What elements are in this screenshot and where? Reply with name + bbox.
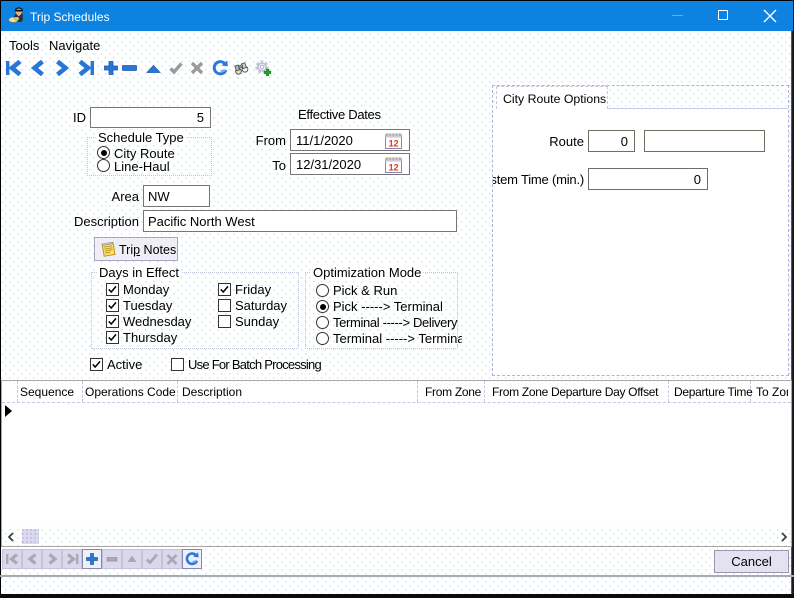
- svg-text:12: 12: [389, 139, 399, 149]
- svg-text:12: 12: [389, 163, 399, 173]
